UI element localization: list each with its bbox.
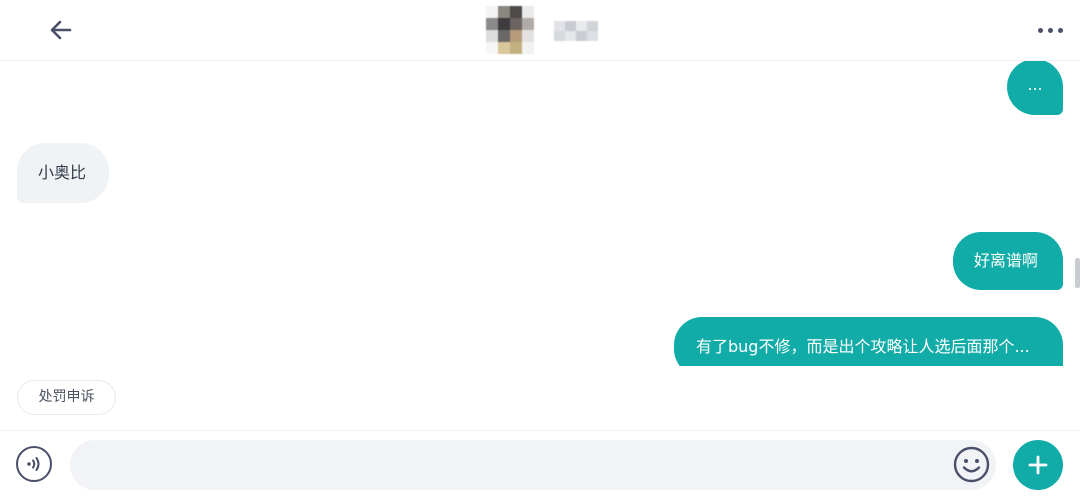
avatar-pixel bbox=[498, 30, 510, 42]
avatar-pixel bbox=[498, 18, 510, 30]
message-list[interactable]: ... 小奥比 好离谱啊 有了bug不修，而是出个攻略让人选后面那个... bbox=[0, 61, 1080, 366]
avatar-pixel bbox=[522, 18, 534, 30]
back-button[interactable] bbox=[42, 12, 80, 48]
avatar-pixel bbox=[498, 42, 510, 54]
avatar-pixel bbox=[522, 6, 534, 18]
more-button[interactable] bbox=[1030, 15, 1070, 45]
avatar-pixel bbox=[486, 6, 498, 18]
avatar-pixel bbox=[486, 42, 498, 54]
avatar-pixel bbox=[510, 42, 522, 54]
message-bubble-sent[interactable]: 有了bug不修，而是出个攻略让人选后面那个... bbox=[674, 317, 1063, 366]
scrollbar[interactable] bbox=[1075, 258, 1080, 288]
chat-header bbox=[0, 0, 1080, 61]
chat-screen: ... 小奥比 好离谱啊 有了bug不修，而是出个攻略让人选后面那个... 处罚… bbox=[0, 0, 1080, 498]
avatar-pixel bbox=[510, 30, 522, 42]
more-dot bbox=[1047, 27, 1053, 33]
input-bar bbox=[0, 430, 1080, 498]
arrow-left-icon bbox=[50, 20, 72, 40]
name-pixel bbox=[587, 31, 598, 41]
avatar-pixel bbox=[510, 6, 522, 18]
name-pixel bbox=[576, 31, 587, 41]
voice-icon bbox=[27, 457, 40, 471]
message-input[interactable] bbox=[70, 440, 996, 490]
plus-button[interactable] bbox=[1013, 440, 1063, 490]
emoji-button[interactable] bbox=[953, 446, 990, 483]
name-pixel bbox=[554, 31, 565, 41]
message-bubble-sent[interactable]: 好离谱啊 bbox=[953, 232, 1063, 290]
more-dot bbox=[1057, 27, 1063, 33]
name-pixel bbox=[554, 21, 565, 31]
avatar-pixel bbox=[522, 42, 534, 54]
name-pixel bbox=[565, 31, 576, 41]
name-pixel bbox=[587, 21, 598, 31]
message-bubble-received[interactable]: 小奥比 bbox=[17, 143, 109, 203]
plus-icon bbox=[1028, 455, 1048, 475]
message-bubble-sent[interactable]: ... bbox=[1007, 61, 1063, 115]
avatar-pixel bbox=[510, 18, 522, 30]
avatar-pixel bbox=[522, 30, 534, 42]
contact-avatar[interactable] bbox=[486, 6, 534, 54]
more-dot bbox=[1037, 27, 1043, 33]
punishment-appeal-button[interactable]: 处罚申诉 bbox=[17, 380, 116, 415]
contact-name-blurred[interactable] bbox=[554, 21, 598, 41]
avatar-pixel bbox=[486, 18, 498, 30]
name-pixel bbox=[565, 21, 576, 31]
avatar-pixel bbox=[498, 6, 510, 18]
avatar-pixel bbox=[486, 30, 498, 42]
name-pixel bbox=[576, 21, 587, 31]
voice-button[interactable] bbox=[16, 446, 52, 482]
emoji-icon bbox=[953, 446, 990, 483]
